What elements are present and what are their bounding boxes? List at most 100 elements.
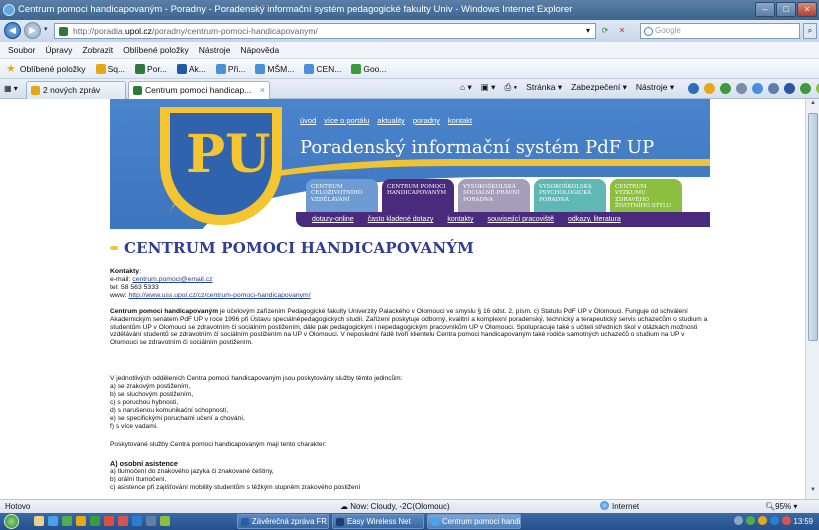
tray-icon[interactable] bbox=[746, 516, 755, 525]
url-dropdown-icon[interactable]: ▾ bbox=[582, 25, 594, 37]
addon-icon[interactable] bbox=[704, 83, 715, 94]
zoom-control[interactable]: 🔍︎95% ▾ bbox=[765, 500, 797, 513]
menu-nastroje[interactable]: Nástroje bbox=[199, 45, 231, 55]
tab-active[interactable]: Centrum pomoci handicap... × bbox=[128, 81, 270, 99]
subnav-kontakty[interactable]: kontakty bbox=[447, 216, 473, 223]
close-button[interactable]: × bbox=[797, 2, 817, 17]
menu-oblibene[interactable]: Oblíbené položky bbox=[123, 45, 189, 55]
favorite-link-por[interactable]: Por... bbox=[135, 63, 167, 74]
minimize-button[interactable]: – bbox=[755, 2, 775, 17]
feeds-icon[interactable]: ▣ ▾ bbox=[481, 82, 496, 93]
tray-icon[interactable] bbox=[734, 516, 743, 525]
app-icon[interactable] bbox=[62, 516, 72, 526]
subnav-souvisejici[interactable]: související pracoviště bbox=[487, 216, 554, 223]
menu-upravy[interactable]: Úpravy bbox=[45, 45, 72, 55]
addon-icon[interactable] bbox=[768, 83, 779, 94]
tray-icon[interactable] bbox=[782, 516, 791, 525]
top-link-uvod[interactable]: úvod bbox=[300, 116, 316, 125]
command-page[interactable]: Stránka ▾ bbox=[526, 82, 562, 93]
www-link[interactable]: http://www.uss.upol.cz/cz/centrum-pomoci… bbox=[129, 292, 311, 299]
menu-soubor[interactable]: Soubor bbox=[8, 45, 35, 55]
tray-icon[interactable] bbox=[758, 516, 767, 525]
email-link[interactable]: centrum.pomoci@email.cz bbox=[132, 276, 212, 283]
addon-icon[interactable] bbox=[752, 83, 763, 94]
subnav-dotazy[interactable]: dotazy-online bbox=[312, 216, 354, 223]
tab-psychologicka[interactable]: VYSOKOŠKOLSKÁ PSYCHOLOGICKÁ PORADNA bbox=[534, 179, 606, 213]
maximize-button[interactable]: □ bbox=[776, 2, 796, 17]
subnav-faq[interactable]: často kladené dotazy bbox=[368, 216, 434, 223]
app-icon[interactable] bbox=[104, 516, 114, 526]
tab-socialne-pravni[interactable]: VYSOKOŠKOLSKÁ SOCIÁLNĚ-PRÁVNÍ PORADNA bbox=[458, 179, 530, 213]
command-security[interactable]: Zabezpečení ▾ bbox=[571, 82, 627, 93]
favorite-link-sq[interactable]: Sq... bbox=[95, 63, 125, 74]
favorite-link-pri[interactable]: Při... bbox=[215, 63, 245, 74]
search-input[interactable]: Google bbox=[640, 23, 800, 39]
start-button[interactable] bbox=[4, 514, 19, 529]
favorite-link-ak[interactable]: Ak... bbox=[176, 63, 206, 74]
subnav-odkazy[interactable]: odkazy, literatura bbox=[568, 216, 621, 223]
addon-icon[interactable] bbox=[720, 83, 731, 94]
site-favicon-icon bbox=[59, 27, 68, 36]
site-title: Poradenský informační systém PdF UP bbox=[300, 137, 655, 158]
command-bar: ⌂ ▾ ▣ ▾ ⎙ ▾ Stránka ▾ Zabezpečení ▾ Nást… bbox=[460, 82, 674, 93]
tab-celozivotni[interactable]: CENTRUM CELOŽIVOTNÍHO VZDĚLÁVÁNÍ bbox=[306, 179, 378, 213]
help-icon[interactable] bbox=[688, 83, 699, 94]
tab-handicapovanym[interactable]: CENTRUM POMOCI HANDICAPOVANÝM bbox=[382, 179, 454, 213]
url-input[interactable]: http://poradia.upol.cz/poradny/centrum-p… bbox=[54, 23, 596, 39]
tray-icon[interactable] bbox=[770, 516, 779, 525]
favorite-label: Por... bbox=[147, 63, 167, 74]
scrollbar-thumb[interactable] bbox=[808, 113, 818, 341]
status-bar: Hotovo ☁ Now: Cloudy, -2C(Olomouc) Inter… bbox=[0, 499, 819, 513]
page-viewport: PU úvod více o portálu aktuality poradny… bbox=[0, 99, 819, 499]
folder-icon[interactable] bbox=[34, 516, 44, 526]
command-tools[interactable]: Nástroje ▾ bbox=[636, 82, 674, 93]
ie-page-icon bbox=[215, 63, 226, 74]
tab-group[interactable]: 2 nových zpráv bbox=[26, 81, 126, 99]
scroll-down-icon[interactable]: ▼ bbox=[808, 487, 818, 498]
zone-text: Internet bbox=[612, 502, 640, 511]
top-link-vice[interactable]: více o portálu bbox=[324, 116, 369, 125]
refresh-icon[interactable]: ⟳ bbox=[599, 25, 611, 37]
top-link-poradny[interactable]: poradny bbox=[413, 116, 440, 125]
task-label: Easy Wireless Net bbox=[347, 517, 411, 526]
home-icon[interactable]: ⌂ ▾ bbox=[460, 82, 472, 93]
app-icon[interactable] bbox=[118, 516, 128, 526]
taskbar-task[interactable]: Easy Wireless Net bbox=[332, 514, 424, 529]
addon-icon[interactable] bbox=[784, 83, 795, 94]
tab-active-label: Centrum pomoci handicap... bbox=[145, 85, 252, 95]
taskbar-task-active[interactable]: Centrum pomoci handi... bbox=[427, 514, 521, 529]
search-go-button[interactable]: ⌕ bbox=[803, 23, 817, 39]
site-icon bbox=[176, 63, 187, 74]
top-link-kontakt[interactable]: kontakt bbox=[448, 116, 472, 125]
university-logo[interactable]: PU bbox=[160, 107, 282, 225]
app-icon[interactable] bbox=[90, 516, 100, 526]
favorite-link-cen[interactable]: CEN... bbox=[304, 63, 341, 74]
ie-icon[interactable] bbox=[48, 516, 58, 526]
favorites-button[interactable]: ★ Oblíbené položky bbox=[6, 62, 86, 75]
stop-icon[interactable]: ✕ bbox=[616, 25, 628, 37]
tab-zdravy-styl[interactable]: CENTRUM VÝZKUMU ZDRAVÉHO ŽIVOTNÍHO STYLU bbox=[610, 179, 682, 213]
back-button[interactable]: ◀ bbox=[4, 22, 21, 39]
network-icon bbox=[336, 518, 344, 526]
top-link-aktuality[interactable]: aktuality bbox=[377, 116, 405, 125]
security-zone[interactable]: Internet bbox=[600, 500, 639, 513]
site-container: PU úvod více o portálu aktuality poradny… bbox=[110, 99, 710, 499]
scroll-up-icon[interactable]: ▲ bbox=[808, 100, 818, 111]
favorite-link-msm[interactable]: MŠM... bbox=[255, 63, 294, 74]
tab-close-icon[interactable]: × bbox=[260, 82, 265, 98]
menu-zobrazit[interactable]: Zobrazit bbox=[82, 45, 113, 55]
addon-icon[interactable] bbox=[736, 83, 747, 94]
app-icon[interactable] bbox=[132, 516, 142, 526]
history-dropdown-icon[interactable]: ▾ bbox=[44, 25, 48, 33]
app-icon[interactable] bbox=[160, 516, 170, 526]
print-icon[interactable]: ⎙ ▾ bbox=[504, 82, 517, 93]
app-icon[interactable] bbox=[146, 516, 156, 526]
list-item: b) se sluchovým postižením, bbox=[110, 390, 194, 398]
forward-button[interactable]: ▶ bbox=[24, 22, 41, 39]
menu-napoveda[interactable]: Nápověda bbox=[240, 45, 279, 55]
vertical-scrollbar[interactable]: ▲ ▼ bbox=[805, 99, 819, 499]
addon-icon[interactable] bbox=[800, 83, 811, 94]
taskbar-task[interactable]: Závěrečná zpráva FR... bbox=[237, 514, 329, 529]
app-icon[interactable] bbox=[76, 516, 86, 526]
favorite-link-goo[interactable]: Goo... bbox=[351, 63, 387, 74]
